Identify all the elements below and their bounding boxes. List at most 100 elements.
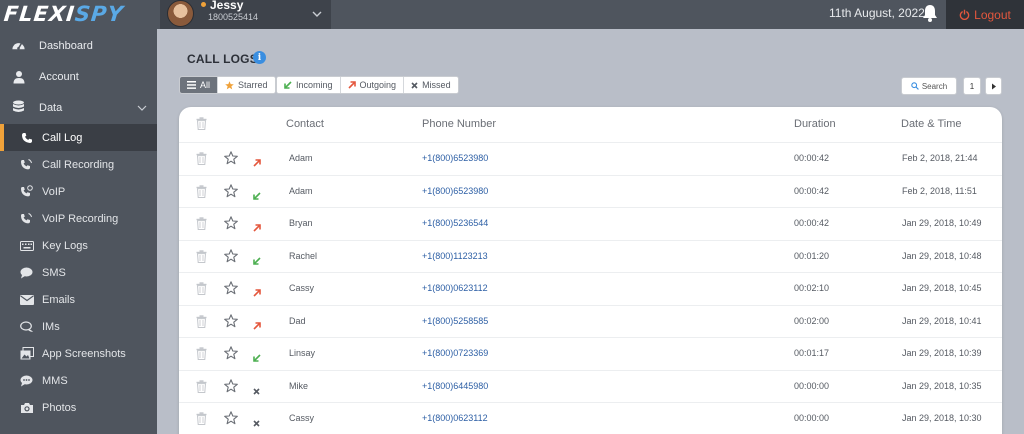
voip-icon — [19, 184, 34, 199]
sidebar-item-voip-recording[interactable]: VoIP Recording — [0, 205, 157, 232]
filter-all-button[interactable]: All — [180, 77, 219, 93]
trash-icon[interactable] — [196, 217, 207, 235]
sidebar-item-ims[interactable]: IMs — [0, 313, 157, 340]
column-header-phone[interactable]: Phone Number — [422, 118, 496, 130]
sidebar-item-label: App Screenshots — [42, 347, 126, 360]
table-row[interactable]: Adam +1(800)6523980 00:00:42 Feb 2, 2018, 1… — [179, 174, 1002, 207]
chevron-right-icon — [991, 83, 996, 89]
trash-icon[interactable] — [196, 249, 207, 268]
bell-icon[interactable] — [920, 3, 940, 23]
phone-number-link[interactable]: +1(800)0623112 — [422, 413, 488, 423]
trash-icon[interactable] — [196, 282, 207, 300]
table-row[interactable]: Linsay +1(800)0723369 00:01:17 Jan 29, 2018… — [179, 337, 1002, 369]
pagination-next-button[interactable] — [985, 77, 1002, 95]
sidebar-item-mms[interactable]: MMS — [0, 367, 157, 394]
mms-icon — [19, 373, 34, 388]
filter-missed-button[interactable]: Missed — [404, 77, 458, 93]
sidebar-item-dashboard[interactable]: Dashboard — [0, 32, 157, 59]
duration-cell: 00:00:00 — [794, 413, 830, 423]
sidebar-item-account[interactable]: Account — [0, 63, 157, 90]
sidebar-item-label: Account — [39, 70, 79, 83]
camera-icon — [19, 400, 34, 415]
star-icon[interactable] — [224, 313, 238, 333]
filter-incoming-label: Incoming — [296, 80, 333, 90]
table-row[interactable]: Bryan +1(800)5236544 00:00:42 Jan 29, 2018,… — [179, 207, 1002, 239]
sidebar-item-label: Data — [39, 101, 63, 114]
user-switcher[interactable]: Jessy 1800525414 — [160, 0, 331, 29]
sidebar-item-data[interactable]: Data — [0, 94, 157, 121]
search-icon — [911, 82, 919, 90]
filter-outgoing-button[interactable]: Outgoing — [340, 77, 405, 93]
contact-cell: Rachel — [289, 250, 318, 261]
sidebar-item-key-logs[interactable]: Key Logs — [0, 232, 157, 259]
star-icon[interactable] — [224, 248, 238, 268]
phone-number-link[interactable]: +1(800)0723369 — [422, 348, 488, 358]
phone-number-link[interactable]: +1(800)5236544 — [422, 218, 488, 228]
filter-starred-button[interactable]: Starred — [218, 77, 275, 93]
sidebar-item-app-screenshots[interactable]: App Screenshots — [0, 340, 157, 367]
datetime-cell: Jan 29, 2018, 10:41 — [902, 315, 982, 326]
trash-icon[interactable] — [196, 379, 207, 398]
datetime-cell: Feb 2, 2018, 21:44 — [902, 153, 978, 163]
current-date: 11th August, 2022 — [829, 6, 925, 20]
info-icon[interactable]: i — [253, 51, 266, 64]
column-header-duration[interactable]: Duration — [794, 118, 836, 130]
missed-x-icon — [253, 382, 260, 400]
star-icon[interactable] — [224, 411, 238, 430]
trash-icon[interactable] — [196, 152, 207, 170]
sidebar-item-voip[interactable]: VoIP — [0, 178, 157, 205]
star-icon[interactable] — [224, 151, 238, 170]
table-row[interactable]: Adam +1(800)6523980 00:00:42 Feb 2, 2018, 2… — [179, 142, 1002, 174]
sidebar-item-call-log[interactable]: Call Log — [0, 124, 157, 151]
contact-cell: Cassy — [289, 283, 315, 293]
star-icon[interactable] — [224, 281, 238, 300]
pagination-page-button[interactable]: 1 — [963, 77, 981, 95]
contact-cell: Mike — [289, 380, 309, 391]
table-row[interactable]: Mike +1(800)6445980 00:00:00 Jan 29, 2018, … — [179, 369, 1002, 402]
phone-number-link[interactable]: +1(800)5258585 — [422, 316, 488, 326]
phone-number-link[interactable]: +1(800)0623112 — [422, 283, 488, 293]
search-label: Search — [921, 81, 948, 91]
voip-recording-icon — [19, 211, 34, 226]
dashboard-icon — [11, 38, 26, 53]
phone-number-link[interactable]: +1(800)6523980 — [422, 153, 488, 163]
star-icon[interactable] — [224, 216, 238, 235]
table-row[interactable]: Rachel +1(800)1123213 00:01:20 Jan 29, 2018… — [179, 239, 1002, 272]
table-row[interactable]: Cassy +1(800)0623112 00:00:00 Jan 29, 2018,… — [179, 402, 1002, 434]
trash-icon[interactable] — [196, 347, 207, 365]
incoming-arrow-icon — [253, 349, 261, 367]
sidebar-item-call-recording[interactable]: Call Recording — [0, 151, 157, 178]
duration-cell: 00:02:10 — [794, 283, 830, 293]
trash-icon[interactable] — [196, 117, 207, 130]
filter-incoming-button[interactable]: Incoming — [277, 77, 341, 93]
trash-icon[interactable] — [196, 184, 207, 203]
logout-button[interactable]: Logout — [946, 0, 1024, 29]
outgoing-arrow-icon — [253, 154, 261, 172]
table-row[interactable]: Cassy +1(800)0623112 00:02:10 Jan 29, 2018,… — [179, 272, 1002, 304]
sidebar-item-photos[interactable]: Photos — [0, 394, 157, 421]
phone-number-link[interactable]: +1(800)6523980 — [422, 186, 488, 196]
sidebar-item-emails[interactable]: Emails — [0, 286, 157, 313]
search-button[interactable]: Search — [901, 77, 957, 95]
datetime-cell: Jan 29, 2018, 10:49 — [902, 218, 982, 228]
star-icon[interactable] — [224, 346, 238, 365]
outgoing-arrow-icon — [347, 81, 356, 89]
duration-cell: 00:00:42 — [794, 153, 830, 163]
trash-icon[interactable] — [196, 314, 207, 333]
star-icon[interactable] — [224, 378, 238, 398]
sidebar-item-sms[interactable]: SMS — [0, 259, 157, 286]
outgoing-arrow-icon — [253, 219, 261, 237]
column-header-datetime[interactable]: Date & Time — [901, 118, 962, 130]
table-row[interactable]: Dad +1(800)5258585 00:02:00 Jan 29, 2018, 1… — [179, 304, 1002, 337]
top-bar: FLEXI SPY Jessy 1800525414 11th August, 2… — [0, 0, 1024, 29]
star-icon[interactable] — [224, 183, 238, 203]
envelope-icon — [19, 292, 34, 307]
user-phone: 1800525414 — [208, 12, 259, 22]
phone-number-link[interactable]: +1(800)1123213 — [422, 251, 488, 261]
trash-icon[interactable] — [196, 412, 207, 430]
duration-cell: 00:00:42 — [794, 185, 830, 196]
phone-number-link[interactable]: +1(800)6445980 — [422, 381, 488, 391]
column-header-contact[interactable]: Contact — [286, 118, 324, 130]
flexispy-logo[interactable]: FLEXI SPY — [3, 2, 156, 26]
avatar — [167, 0, 194, 27]
